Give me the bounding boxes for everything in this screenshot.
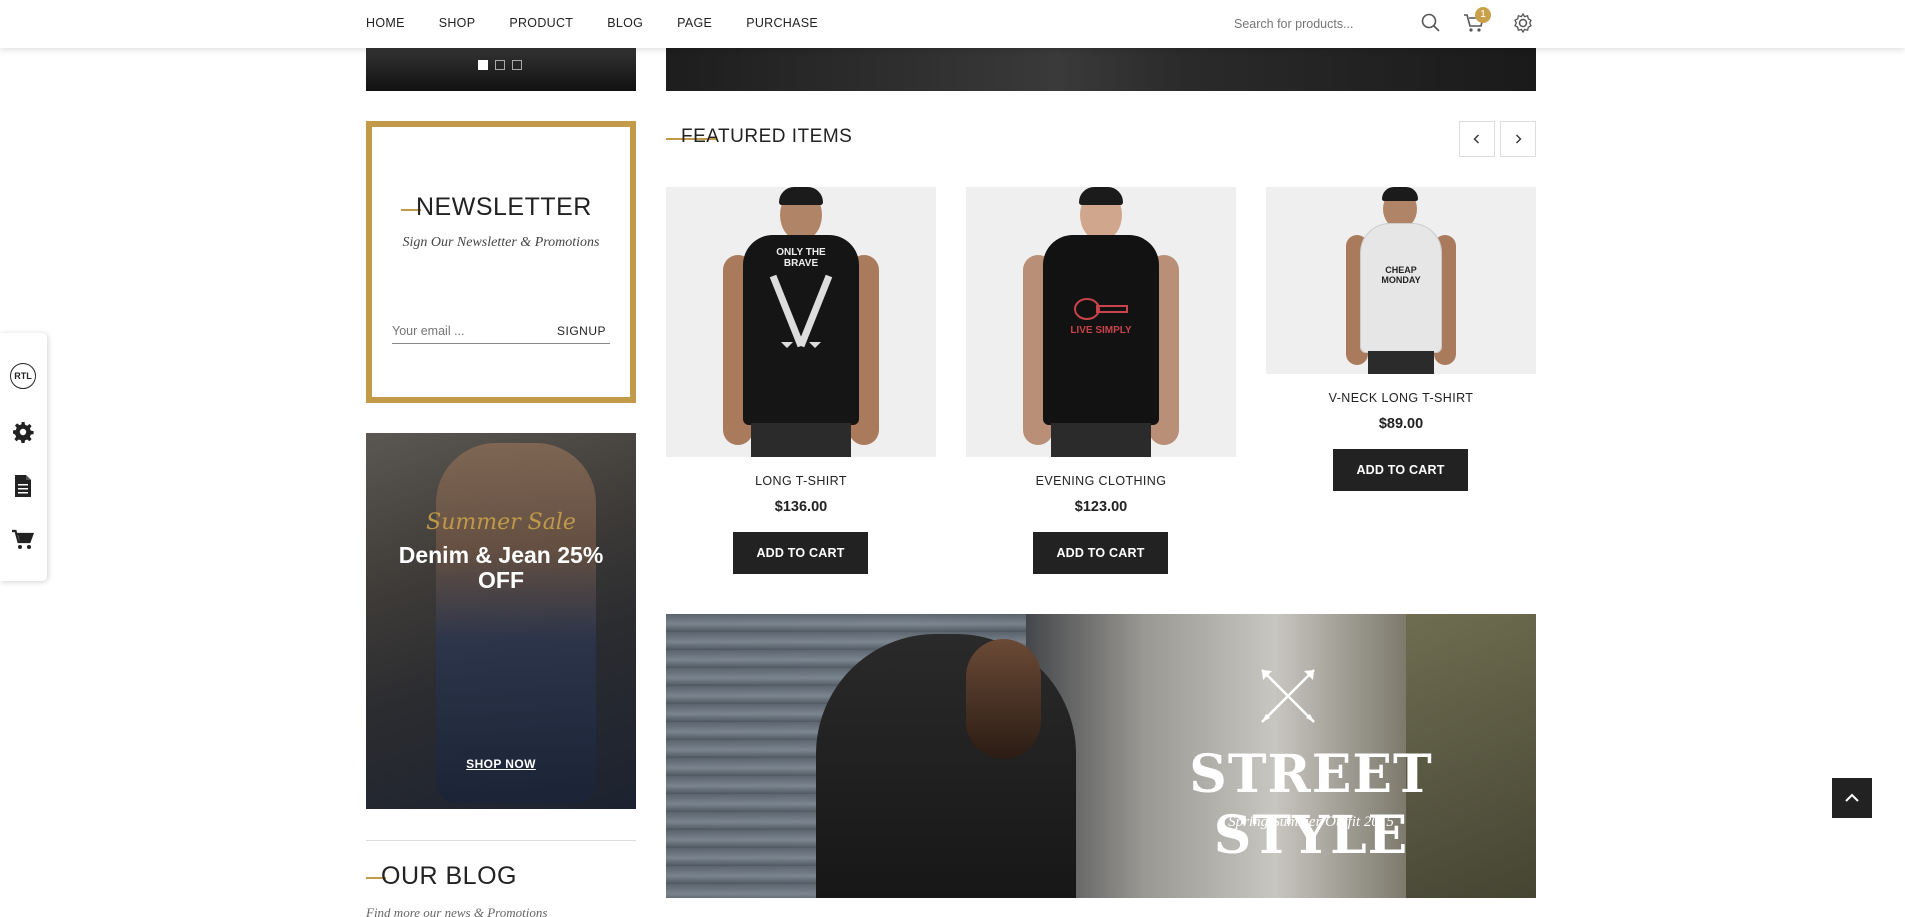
rtl-icon[interactable]: RTL [10,363,36,389]
search-input[interactable] [1234,13,1424,35]
promo-script-text: Summer Sale [426,510,576,535]
blog-divider [366,840,636,841]
slider-dot-3[interactable] [512,60,522,70]
email-underline [392,343,610,344]
featured-title: FEATURED ITEMS [681,126,853,147]
side-tool-panel: RTL [0,333,47,581]
street-style-title: STREET STYLE [1189,744,1433,866]
shirt-print-text: ONLY THE BRAVE [776,247,826,269]
slider-dots [478,60,522,70]
street-style-banner[interactable]: STREET STYLE Spring/Summer Outfit 2015 [666,614,1536,898]
nav-home[interactable]: HOME [366,16,405,30]
shop-now-link[interactable]: SHOP NOW [366,757,636,771]
shirt-print-text: CHEAP MONDAY [1381,265,1421,285]
product-price: $89.00 [1378,416,1424,432]
main-nav: HOME SHOP PRODUCT BLOG PAGE PURCHASE [366,0,852,46]
promo-headline: Denim & Jean 25% OFF [398,542,604,593]
nav-shop[interactable]: SHOP [439,16,476,30]
document-icon[interactable] [10,473,36,499]
product-price: $123.00 [1074,499,1128,515]
next-button[interactable] [1500,121,1536,157]
shirt-print-text: LIVE SIMPLY [1070,325,1132,336]
gear-icon[interactable] [10,419,36,445]
product-model: ONLY THE BRAVE [721,187,881,457]
site-header: HOME SHOP PRODUCT BLOG PAGE PURCHASE 1 [0,0,1905,48]
add-to-cart-button[interactable]: ADD TO CART [1333,449,1468,491]
product-image[interactable]: LIVE SIMPLY [966,187,1236,457]
product-model: CHEAP MONDAY [1346,187,1456,374]
nav-purchase[interactable]: PURCHASE [746,16,818,30]
banner-model-face [966,639,1041,759]
product-name[interactable]: V-NECK LONG T-SHIRT [1266,391,1536,405]
nav-page[interactable]: PAGE [677,16,712,30]
slider-dot-2[interactable] [495,60,505,70]
cart-icon[interactable] [10,527,36,553]
email-field[interactable] [392,321,532,341]
product-name[interactable]: EVENING CLOTHING [966,474,1236,488]
nav-product[interactable]: PRODUCT [509,16,573,30]
prev-button[interactable] [1459,121,1495,157]
newsletter-title: NEWSLETTER [416,193,592,221]
product-image[interactable]: CHEAP MONDAY [1266,187,1536,374]
street-style-subtitle: Spring/Summer Outfit 2015 [1228,814,1394,830]
product-image[interactable]: ONLY THE BRAVE [666,187,936,457]
blog-title: OUR BLOG [381,862,517,890]
crossed-arrows-icon [1261,669,1315,723]
back-to-top-button[interactable] [1832,778,1872,818]
search-icon[interactable] [1420,12,1442,34]
main-slider-image [666,48,1536,91]
promo-model-image [436,443,596,803]
product-model: LIVE SIMPLY [1021,187,1181,457]
settings-gear-icon[interactable] [1512,12,1534,34]
blog-subtitle: Find more our news & Promotions [366,905,548,917]
rtl-label: RTL [10,363,36,389]
chevron-right-icon [1516,134,1522,144]
chevron-up-icon [1845,793,1859,802]
product-name[interactable]: LONG T-SHIRT [666,474,936,488]
nav-blog[interactable]: BLOG [607,16,643,30]
slider-dot-1[interactable] [478,60,488,70]
add-to-cart-button[interactable]: ADD TO CART [733,532,868,574]
chevron-left-icon [1473,134,1479,144]
cart-count-badge: 1 [1475,7,1491,23]
newsletter-subtitle: Sign Our Newsletter & Promotions [402,235,600,250]
product-price: $136.00 [774,499,828,515]
signup-button[interactable]: SIGNUP [557,324,606,338]
add-to-cart-button[interactable]: ADD TO CART [1033,532,1168,574]
newsletter-box: NEWSLETTER Sign Our Newsletter & Promoti… [366,121,636,403]
summer-sale-banner[interactable]: Summer Sale Denim & Jean 25% OFF SHOP NO… [366,433,636,809]
